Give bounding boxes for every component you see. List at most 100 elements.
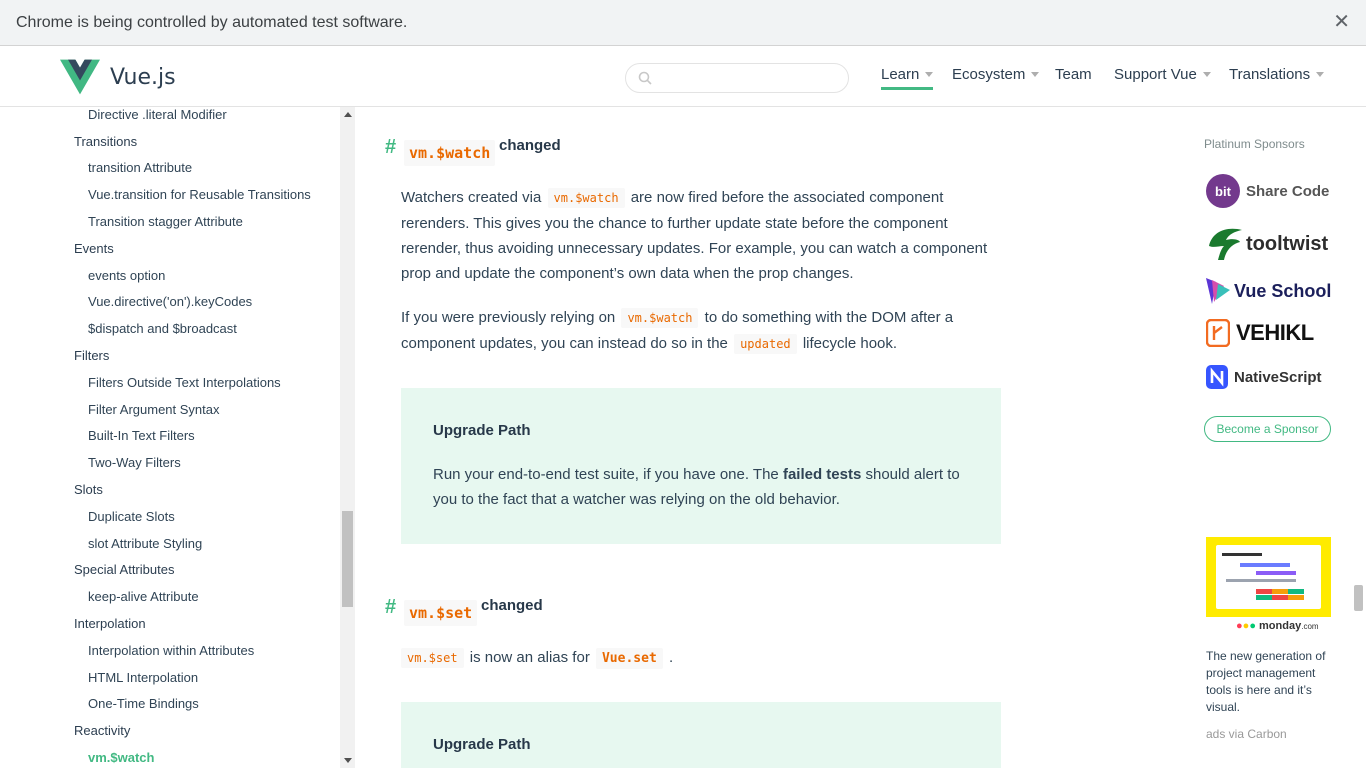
nav-ecosystem-label: Ecosystem: [952, 66, 1026, 83]
sponsor-vehikl[interactable]: VEHIKL: [1206, 319, 1314, 347]
text: If you were previously relying on: [401, 309, 616, 326]
ads-via-carbon-link[interactable]: ads via Carbon: [1206, 727, 1287, 741]
chevron-down-icon: [1316, 72, 1325, 77]
sidebar: Directive .literal Modifier Transitions …: [0, 107, 340, 768]
sidebar-item-keycodes[interactable]: Vue.directive('on').keyCodes: [88, 294, 252, 309]
sidebar-item-filter-argument[interactable]: Filter Argument Syntax: [88, 402, 220, 417]
ad-screenshot: [1216, 545, 1321, 609]
tip-title: Upgrade Path: [433, 736, 531, 753]
vehikl-logo-icon: [1206, 319, 1230, 347]
anchor-link-vm-set[interactable]: #: [385, 596, 396, 619]
sidebar-item-directive-literal[interactable]: Directive .literal Modifier: [88, 107, 227, 122]
sidebar-item-events-option[interactable]: events option: [88, 268, 165, 283]
sidebar-section-transitions[interactable]: Transitions: [74, 134, 137, 149]
tip-body: Run your end-to-end test suite, if you h…: [433, 462, 978, 512]
infobar-message: Chrome is being controlled by automated …: [16, 13, 408, 31]
bold-text: failed tests: [782, 466, 862, 483]
nav-learn-label: Learn: [881, 66, 920, 83]
logo-text: Vue.js: [110, 64, 176, 90]
search-icon: [638, 71, 652, 85]
site-header: Vue.js Learn Ecosystem Team Support Vue …: [0, 46, 1366, 107]
automation-infobar: Chrome is being controlled by automated …: [0, 0, 1366, 46]
sidebar-section-interpolation[interactable]: Interpolation: [74, 616, 146, 631]
text: lifecycle hook.: [802, 335, 898, 352]
sidebar-section-slots[interactable]: Slots: [74, 482, 103, 497]
upgrade-path-tip-2: Upgrade Path: [401, 702, 1001, 768]
sponsor-vue-school[interactable]: Vue School: [1206, 278, 1331, 304]
nav-team[interactable]: Team: [1055, 66, 1092, 83]
ad-brand-suffix: .com: [1301, 622, 1319, 631]
vue-logo-icon: [60, 59, 100, 95]
ad-text-link[interactable]: The new generation of project management…: [1206, 648, 1336, 716]
sidebar-section-filters[interactable]: Filters: [74, 348, 109, 363]
sidebar-item-keep-alive[interactable]: keep-alive Attribute: [88, 589, 199, 604]
sidebar-item-vm-watch[interactable]: vm.$watch: [88, 750, 154, 765]
sponsor-nativescript[interactable]: NativeScript: [1206, 365, 1322, 389]
search-box[interactable]: [625, 63, 849, 93]
nav-translations-label: Translations: [1229, 66, 1311, 83]
sidebar-item-transition-stagger[interactable]: Transition stagger Attribute: [88, 214, 243, 229]
text: is now an alias for: [469, 649, 590, 666]
sidebar-scroll-thumb[interactable]: [342, 511, 353, 607]
sidebar-item-transition-attribute[interactable]: transition Attribute: [88, 160, 192, 175]
text: Run your end-to-end test suite, if you h…: [433, 466, 779, 483]
chevron-down-icon: [925, 72, 934, 77]
ad-brand-name: monday: [1259, 620, 1302, 632]
sponsor-name: Share Code: [1246, 182, 1330, 200]
paragraph-dom-updates: If you were previously relying on vm.$wa…: [401, 305, 1001, 357]
sidebar-item-two-way-filters[interactable]: Two-Way Filters: [88, 455, 181, 470]
inline-code: updated: [734, 334, 797, 354]
sponsor-name: NativeScript: [1234, 368, 1322, 386]
page-scroll-thumb[interactable]: [1354, 585, 1363, 611]
inline-code: vm.$watch: [621, 308, 699, 328]
text: Watchers created via: [401, 189, 542, 206]
search-input[interactable]: [658, 68, 838, 88]
sidebar-scrollbar[interactable]: [340, 107, 355, 768]
sidebar-item-duplicate-slots[interactable]: Duplicate Slots: [88, 509, 175, 524]
nav-translations[interactable]: Translations: [1229, 66, 1325, 83]
sidebar-item-interpolation-attributes[interactable]: Interpolation within Attributes: [88, 643, 254, 658]
nav-ecosystem[interactable]: Ecosystem: [952, 66, 1040, 83]
paragraph-vm-set: vm.$set is now an alias for Vue.set .: [399, 645, 999, 671]
sidebar-item-vue-transition[interactable]: Vue.transition for Reusable Transitions: [88, 187, 311, 202]
heading-text-changed: changed: [499, 137, 561, 154]
sidebar-section-events[interactable]: Events: [74, 241, 114, 256]
sidebar-section-reactivity[interactable]: Reactivity: [74, 723, 130, 738]
sidebar-section-special-attributes[interactable]: Special Attributes: [74, 562, 174, 577]
ad-brand: ●●● monday.com: [1236, 620, 1319, 632]
text: .: [668, 649, 674, 666]
home-logo-link[interactable]: Vue.js: [60, 59, 176, 95]
chevron-down-icon: [1202, 72, 1211, 77]
nav-support-vue[interactable]: Support Vue: [1114, 66, 1211, 83]
nav-learn[interactable]: Learn: [881, 66, 934, 90]
paragraph-watchers: Watchers created via vm.$watch are now f…: [401, 185, 1001, 286]
chevron-down-icon: [1031, 72, 1040, 77]
anchor-link-vm-watch[interactable]: #: [385, 136, 396, 159]
sidebar-item-built-in-filters[interactable]: Built-In Text Filters: [88, 428, 195, 443]
sidebar-item-dispatch-broadcast[interactable]: $dispatch and $broadcast: [88, 321, 237, 336]
sponsor-title: Platinum Sponsors: [1204, 137, 1305, 151]
upgrade-path-tip: Upgrade Path Run your end-to-end test su…: [401, 388, 1001, 544]
scroll-up-arrow-icon[interactable]: [344, 112, 352, 117]
sidebar-item-slot-attribute[interactable]: slot Attribute Styling: [88, 536, 202, 551]
ad-image[interactable]: [1206, 537, 1331, 617]
scroll-down-arrow-icon[interactable]: [344, 758, 352, 763]
inline-code: vm.$watch: [547, 188, 625, 208]
sponsor-name: VEHIKL: [1236, 320, 1314, 345]
sidebar-item-html-interpolation[interactable]: HTML Interpolation: [88, 670, 198, 685]
sidebar-item-filters-outside[interactable]: Filters Outside Text Interpolations: [88, 375, 281, 390]
inline-code: vm.$set: [401, 648, 464, 668]
close-icon[interactable]: ✕: [1333, 12, 1350, 32]
sponsor-tooltwist[interactable]: tooltwist: [1206, 226, 1328, 262]
heading-code-vm-set: vm.$set: [404, 600, 478, 626]
nav-support-label: Support Vue: [1114, 66, 1197, 83]
svg-text:bit: bit: [1215, 184, 1232, 199]
sponsor-name: tooltwist: [1246, 232, 1329, 255]
sponsor-name: Vue School: [1234, 280, 1332, 301]
page-scrollbar[interactable]: [1351, 107, 1366, 768]
become-sponsor-button[interactable]: Become a Sponsor: [1204, 416, 1331, 442]
vue-school-logo-icon: [1206, 278, 1230, 304]
sponsor-bit[interactable]: bit Share Code: [1206, 174, 1329, 208]
sidebar-item-one-time-bindings[interactable]: One-Time Bindings: [88, 696, 199, 711]
tip-title: Upgrade Path: [433, 422, 531, 439]
